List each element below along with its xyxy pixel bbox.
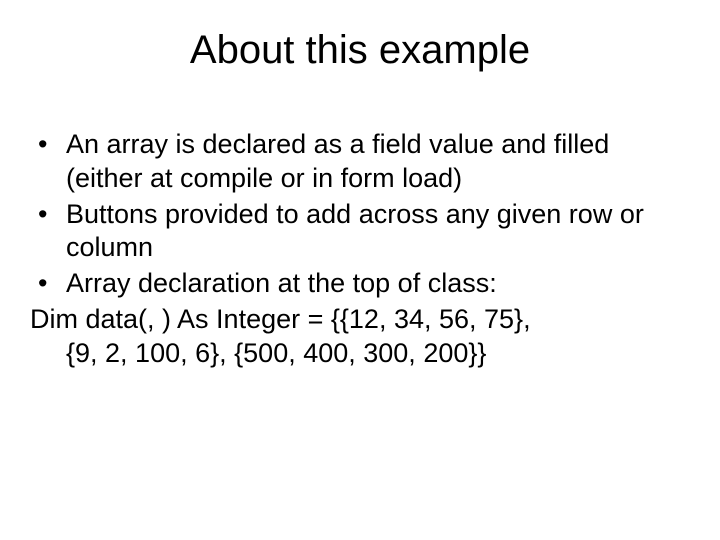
bullet-item: Array declaration at the top of class: — [30, 267, 690, 301]
code-line: {9, 2, 100, 6}, {500, 400, 300, 200}} — [30, 337, 690, 371]
code-line: Dim data(, ) As Integer = {{12, 34, 56, … — [30, 304, 531, 334]
bullet-item: An array is declared as a field value an… — [30, 128, 690, 196]
slide-body: An array is declared as a field value an… — [30, 128, 690, 370]
slide: About this example An array is declared … — [0, 0, 720, 540]
bullet-item: Buttons provided to add across any given… — [30, 198, 690, 266]
bullet-list: An array is declared as a field value an… — [30, 128, 690, 301]
slide-title: About this example — [30, 28, 690, 73]
code-block: Dim data(, ) As Integer = {{12, 34, 56, … — [30, 303, 690, 371]
